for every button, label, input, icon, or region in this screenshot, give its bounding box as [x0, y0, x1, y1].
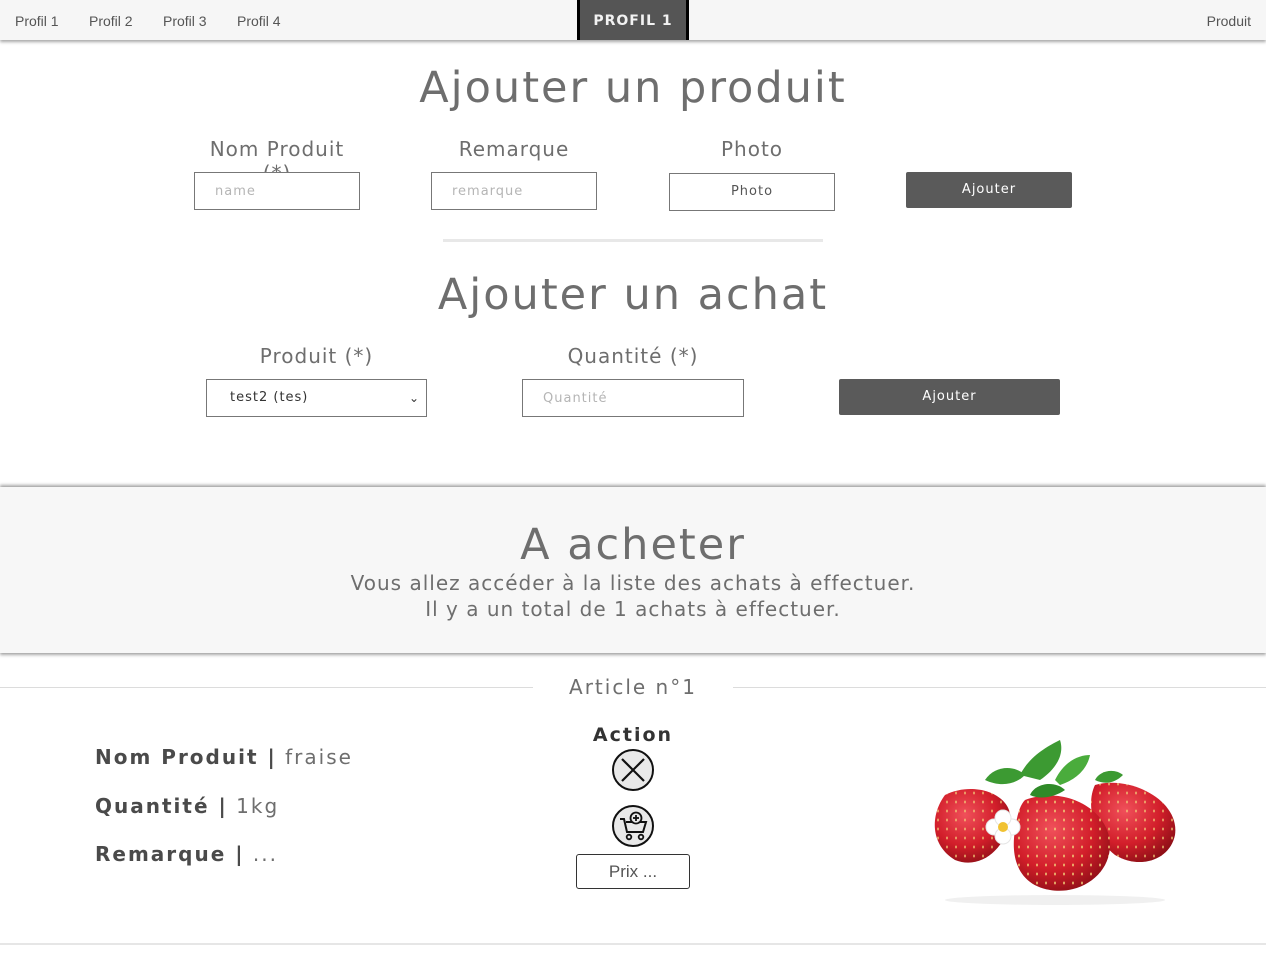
- photo-upload-button[interactable]: Photo: [669, 173, 835, 211]
- price-button[interactable]: Prix ...: [576, 854, 690, 889]
- remark-label: Remarque: [458, 137, 570, 161]
- cart-add-icon[interactable]: [612, 805, 654, 847]
- nav-profile-3[interactable]: Profil 3: [163, 13, 207, 29]
- article-remark-row: Remarque | ...: [95, 842, 278, 866]
- to-buy-description: Vous allez accéder à la liste des achats…: [350, 571, 916, 595]
- photo-label: Photo: [720, 137, 784, 161]
- purchase-product-label: Produit (*): [259, 344, 374, 368]
- chevron-down-icon: ⌄: [408, 391, 420, 405]
- product-select-value: test2 (tes): [230, 390, 309, 405]
- article-qty-value: 1kg: [236, 794, 280, 818]
- strawberries-photo: [934, 740, 1176, 905]
- nav-profile-2[interactable]: Profil 2: [89, 13, 133, 29]
- add-product-title: Ajouter un produit: [419, 63, 847, 113]
- add-purchase-button[interactable]: Ajouter: [839, 379, 1060, 415]
- article-title: Article n°1: [569, 675, 697, 699]
- article-name-value: fraise: [285, 745, 353, 769]
- quantity-label: Quantité (*): [567, 344, 699, 368]
- action-label: Action: [592, 724, 674, 746]
- nav-profile-4[interactable]: Profil 4: [237, 13, 281, 29]
- remark-input[interactable]: [431, 172, 597, 210]
- add-purchase-title: Ajouter un achat: [437, 270, 829, 320]
- to-buy-banner: A acheter Vous allez accéder à la liste …: [0, 487, 1266, 653]
- article-remark-value: ...: [252, 842, 278, 866]
- nav-produit-link[interactable]: Produit: [1207, 13, 1251, 29]
- product-name-input[interactable]: [194, 172, 360, 210]
- article-qty-key: Quantité |: [95, 794, 228, 818]
- section-divider: [443, 239, 823, 242]
- to-buy-count: Il y a un total de 1 achats à effectuer.: [425, 597, 841, 621]
- article-name-key: Nom Produit |: [95, 745, 277, 769]
- bottom-rule: [0, 943, 1266, 945]
- nav-profile-1[interactable]: Profil 1: [15, 13, 59, 29]
- close-circle-icon[interactable]: [612, 749, 654, 791]
- nav-active-profile[interactable]: PROFIL 1: [577, 0, 689, 40]
- product-select[interactable]: test2 (tes) ⌄: [206, 379, 427, 417]
- article-remark-key: Remarque |: [95, 842, 245, 866]
- article-qty-row: Quantité | 1kg: [95, 794, 279, 818]
- article-rule-right: [733, 687, 1266, 688]
- top-nav: Profil 1 Profil 2 Profil 3 Profil 4 PROF…: [0, 0, 1266, 40]
- to-buy-title: A acheter: [520, 520, 746, 570]
- article-rule-left: [0, 687, 533, 688]
- article-name-row: Nom Produit | fraise: [95, 745, 353, 769]
- quantity-input[interactable]: [522, 379, 744, 417]
- add-product-button[interactable]: Ajouter: [906, 172, 1072, 208]
